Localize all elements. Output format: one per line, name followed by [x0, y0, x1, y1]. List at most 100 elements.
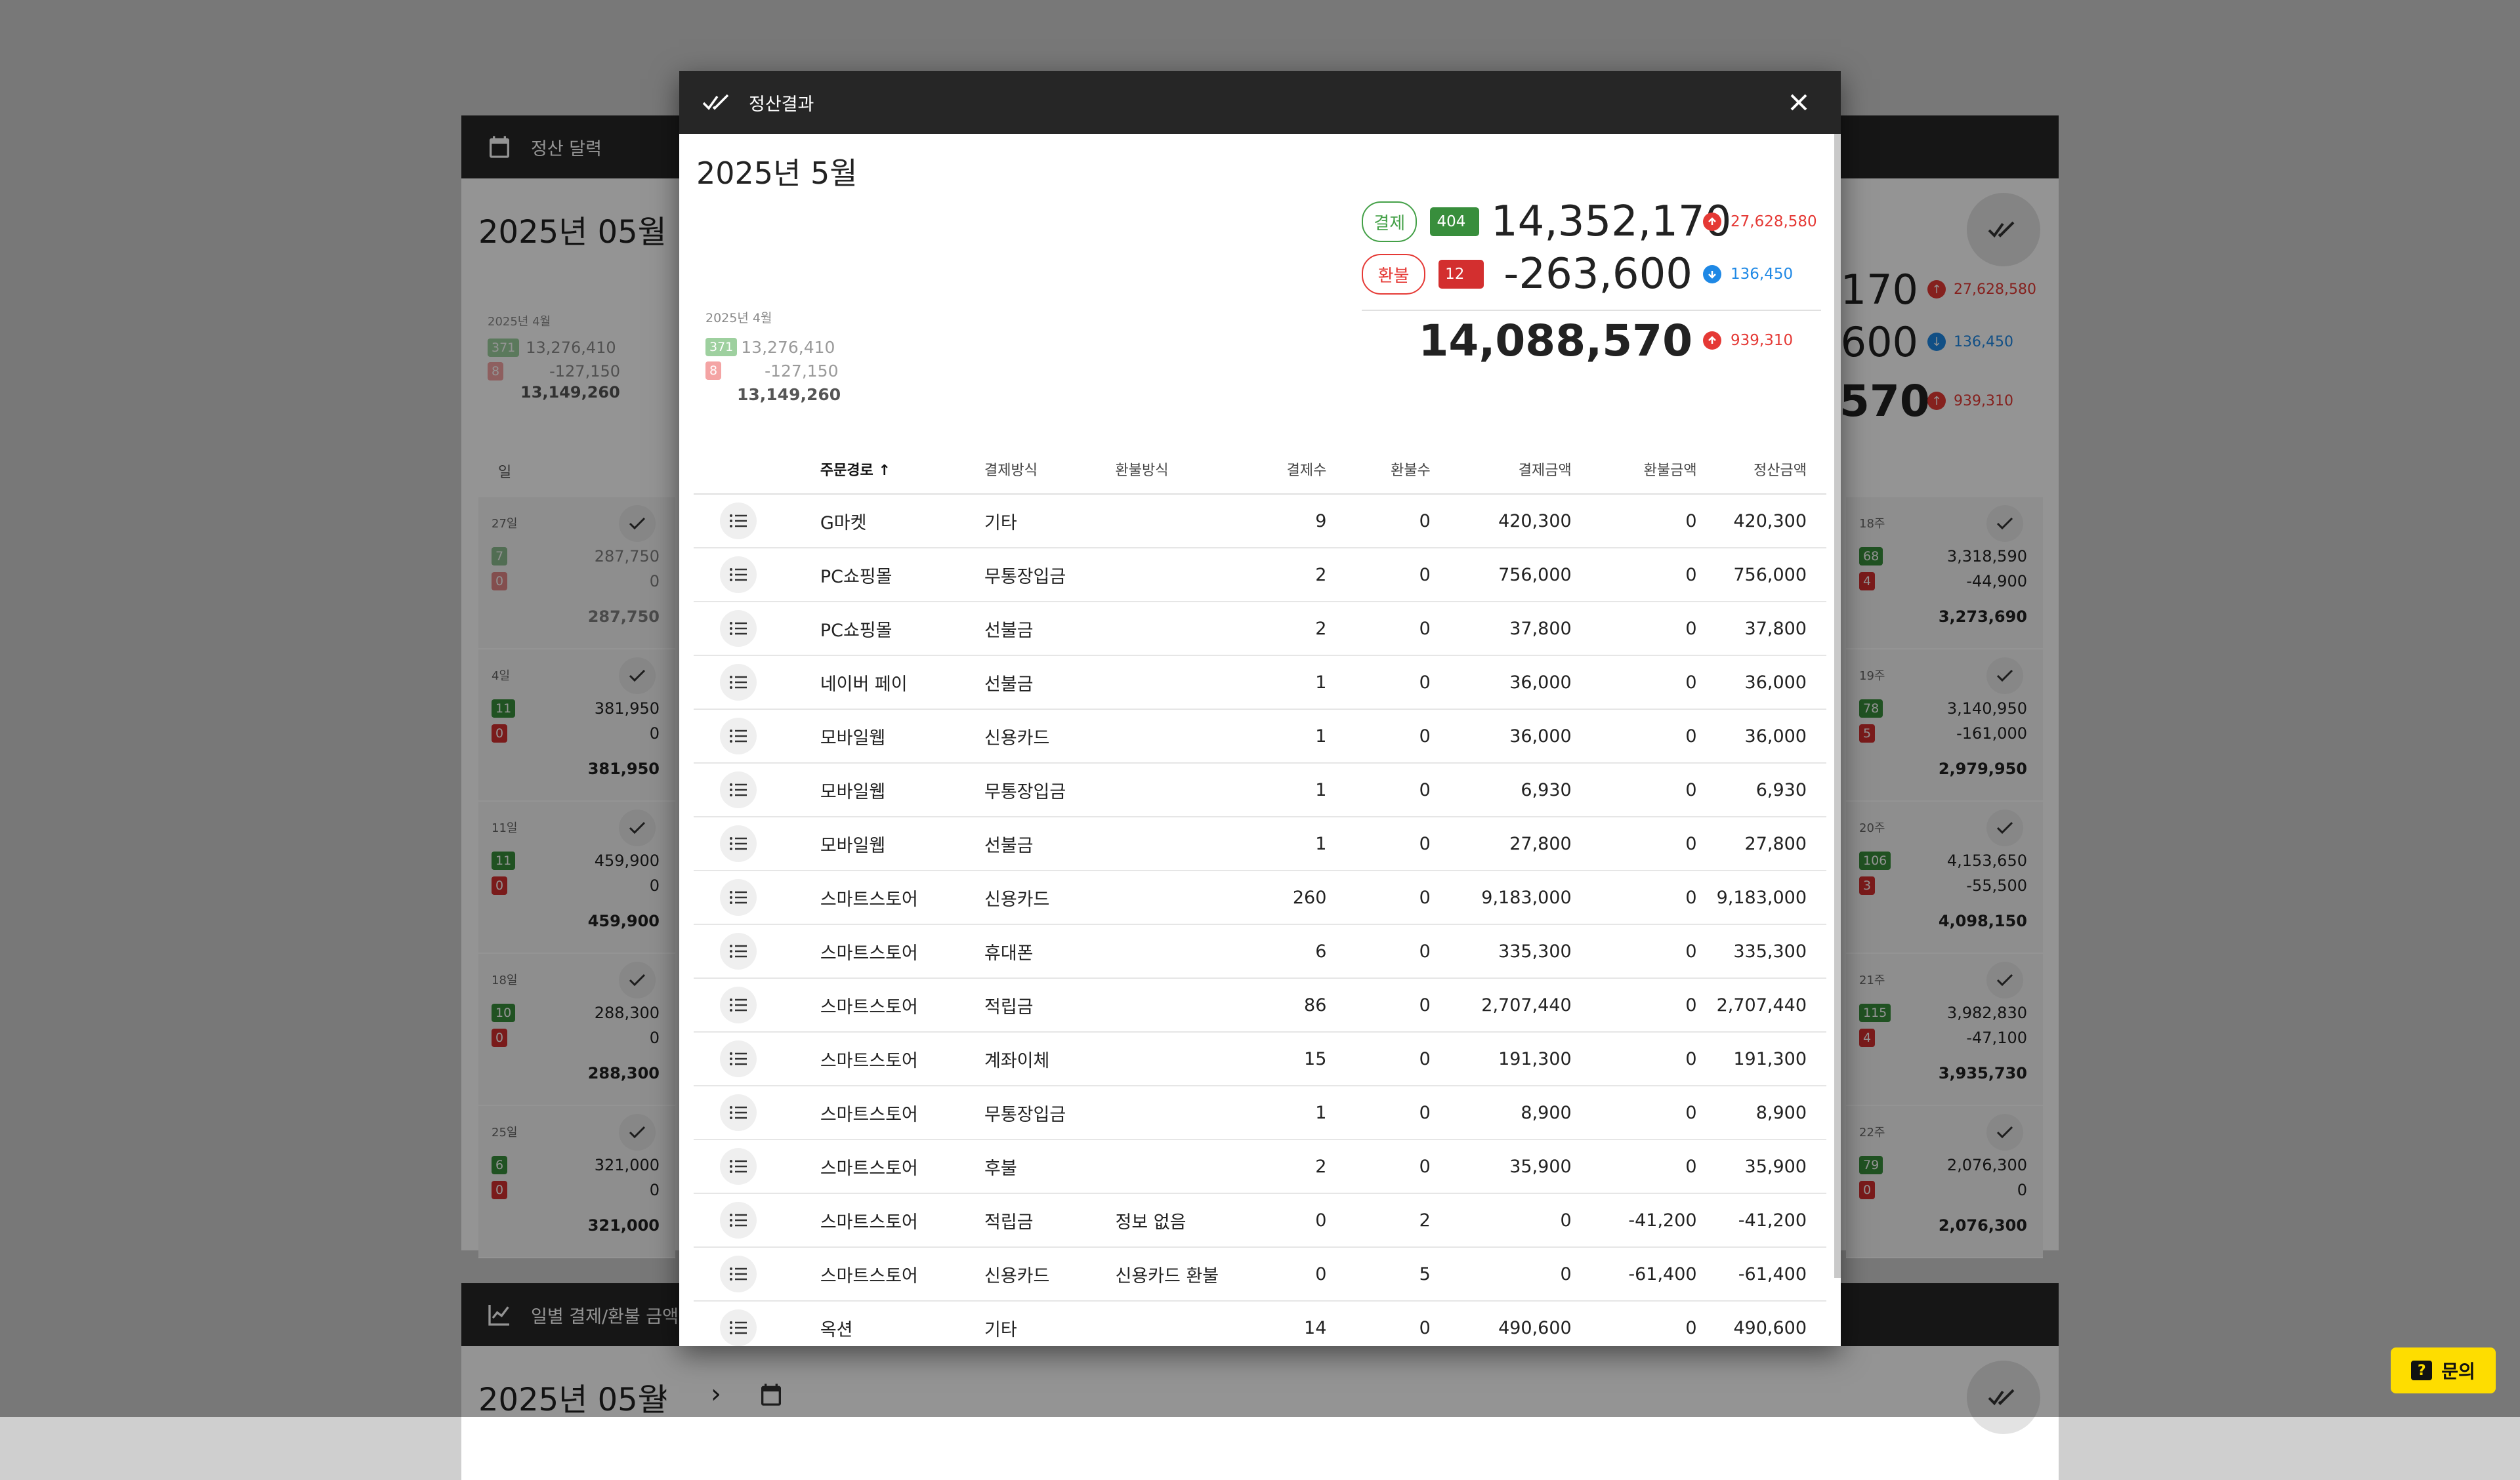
list-icon[interactable] — [720, 825, 757, 862]
cell-channel: 스마트스토어 — [820, 1193, 984, 1248]
cell-settle-amt: 191,300 — [1716, 1032, 1826, 1086]
refund-amount-column-header[interactable]: 환불금액 — [1591, 445, 1717, 495]
modal-header: 정산결과 — [679, 71, 1841, 134]
total-amount: 14,088,570 — [1418, 315, 1692, 366]
pay-method-column-header[interactable]: 결제방식 — [984, 445, 1116, 495]
cell-pay-amt: 335,300 — [1450, 924, 1591, 979]
cell-pay-cnt: 86 — [1252, 978, 1347, 1033]
table-row: 스마트스토어 계좌이체 15 0 191,300 0 191,300 — [694, 1032, 1826, 1086]
cell-pay-amt: 0 — [1450, 1193, 1591, 1248]
pay-amount: 14,352,170 — [1490, 197, 1732, 246]
cell-ref-cnt: 0 — [1346, 924, 1450, 979]
list-icon[interactable] — [720, 610, 757, 647]
list-icon[interactable] — [720, 1309, 757, 1346]
row-detail-cell — [694, 1086, 820, 1140]
cell-ref-cnt: 0 — [1346, 655, 1450, 710]
total-delta: 939,310 — [1731, 332, 1794, 349]
cell-refund-method — [1115, 1086, 1253, 1140]
table-row: 스마트스토어 적립금 86 0 2,707,440 0 2,707,440 — [694, 978, 1826, 1033]
cell-ref-amt: 0 — [1591, 817, 1717, 871]
cell-ref-amt: 0 — [1591, 602, 1717, 656]
cell-ref-cnt: 0 — [1346, 548, 1450, 602]
cell-refund-method — [1115, 655, 1253, 710]
list-icon[interactable] — [720, 1094, 757, 1131]
modal-scrollbar-thumb[interactable] — [1834, 134, 1841, 1278]
close-icon[interactable] — [1783, 87, 1815, 118]
cell-settle-amt: -41,200 — [1716, 1193, 1826, 1248]
cell-pay-cnt: 0 — [1252, 1247, 1347, 1302]
cell-ref-cnt: 0 — [1346, 709, 1450, 764]
pay-chip[interactable]: 결제 — [1362, 201, 1418, 242]
list-icon[interactable] — [720, 556, 757, 593]
arrow-up-icon — [1703, 213, 1721, 231]
cell-pay-method: 무통장입금 — [984, 763, 1116, 817]
cell-settle-amt: 335,300 — [1716, 924, 1826, 979]
list-icon[interactable] — [720, 1256, 757, 1292]
cell-refund-method — [1115, 978, 1253, 1033]
table-row: 스마트스토어 휴대폰 6 0 335,300 0 335,300 — [694, 924, 1826, 979]
list-icon[interactable] — [720, 1040, 757, 1077]
list-icon[interactable] — [720, 987, 757, 1023]
cell-pay-cnt: 9 — [1252, 494, 1347, 548]
cell-settle-amt: 420,300 — [1716, 494, 1826, 548]
cell-pay-method: 계좌이체 — [984, 1032, 1116, 1086]
cell-pay-cnt: 14 — [1252, 1301, 1347, 1346]
refund-chip[interactable]: 환불 — [1362, 254, 1426, 295]
pay-amount-column-header[interactable]: 결제금액 — [1450, 445, 1591, 495]
refund-method-column-header[interactable]: 환불방식 — [1115, 445, 1253, 495]
total-summary-row: 14,088,570 939,310 — [1362, 311, 1821, 370]
cell-channel: 스마트스토어 — [820, 1140, 984, 1194]
cell-pay-cnt: 2 — [1252, 1140, 1347, 1194]
channel-column-header[interactable]: 주문경로 ↑ — [820, 445, 984, 495]
prev-month-summary: 2025년 4월 371 13,276,410 8 -127,150 13,149,… — [705, 308, 841, 404]
cell-pay-amt: 27,800 — [1450, 817, 1591, 871]
refund-delta: 136,450 — [1731, 266, 1794, 283]
cell-refund-method — [1115, 602, 1253, 656]
cell-refund-method — [1115, 548, 1253, 602]
pay-count-column-header[interactable]: 결제수 — [1252, 445, 1347, 495]
cell-pay-method: 신용카드 — [984, 871, 1116, 925]
cell-channel: PC쇼핑몰 — [820, 602, 984, 656]
cell-ref-amt: 0 — [1591, 1140, 1717, 1194]
arrow-down-icon — [1703, 265, 1721, 283]
cell-pay-cnt: 6 — [1252, 924, 1347, 979]
cell-pay-amt: 0 — [1450, 1247, 1591, 1302]
table-row: PC쇼핑몰 선불금 2 0 37,800 0 37,800 — [694, 602, 1826, 656]
refund-amount: -263,600 — [1503, 250, 1692, 298]
refund-count-column-header[interactable]: 환불수 — [1346, 445, 1450, 495]
cell-refund-method — [1115, 709, 1253, 764]
arrow-up-icon: ↑ — [878, 462, 891, 479]
list-icon[interactable] — [720, 933, 757, 970]
cell-ref-cnt: 2 — [1346, 1193, 1450, 1248]
refund-summary-row: 환불 12건 -263,600 136,450 — [1362, 248, 1821, 312]
row-detail-cell — [694, 763, 820, 817]
cell-ref-amt: 0 — [1591, 1032, 1717, 1086]
list-icon[interactable] — [720, 718, 757, 754]
list-icon[interactable] — [720, 1148, 757, 1185]
list-icon[interactable] — [720, 1202, 757, 1239]
cell-settle-amt: 2,707,440 — [1716, 978, 1826, 1033]
cell-pay-method: 선불금 — [984, 817, 1116, 871]
list-icon[interactable] — [720, 664, 757, 701]
cell-pay-method: 신용카드 — [984, 1247, 1116, 1302]
list-icon[interactable] — [720, 503, 757, 539]
cell-settle-amt: 36,000 — [1716, 655, 1826, 710]
table-row: 스마트스토어 무통장입금 1 0 8,900 0 8,900 — [694, 1086, 1826, 1140]
cell-ref-amt: 0 — [1591, 924, 1717, 979]
inquiry-button[interactable]: ? 문의 — [2391, 1347, 2496, 1393]
row-detail-cell — [694, 494, 820, 548]
cell-ref-amt: 0 — [1591, 1086, 1717, 1140]
cell-channel: 모바일웹 — [820, 709, 984, 764]
cell-refund-method: 정보 없음 — [1115, 1193, 1253, 1248]
cell-ref-amt: 0 — [1591, 709, 1717, 764]
list-icon[interactable] — [720, 771, 757, 808]
cell-channel: G마켓 — [820, 494, 984, 548]
cell-ref-cnt: 5 — [1346, 1247, 1450, 1302]
row-detail-cell — [694, 602, 820, 656]
settle-amount-column-header[interactable]: 정산금액 — [1716, 445, 1826, 495]
cell-ref-amt: -41,200 — [1591, 1193, 1717, 1248]
cell-ref-cnt: 0 — [1346, 763, 1450, 817]
list-icon[interactable] — [720, 879, 757, 916]
cell-pay-method: 휴대폰 — [984, 924, 1116, 979]
cell-refund-method — [1115, 871, 1253, 925]
